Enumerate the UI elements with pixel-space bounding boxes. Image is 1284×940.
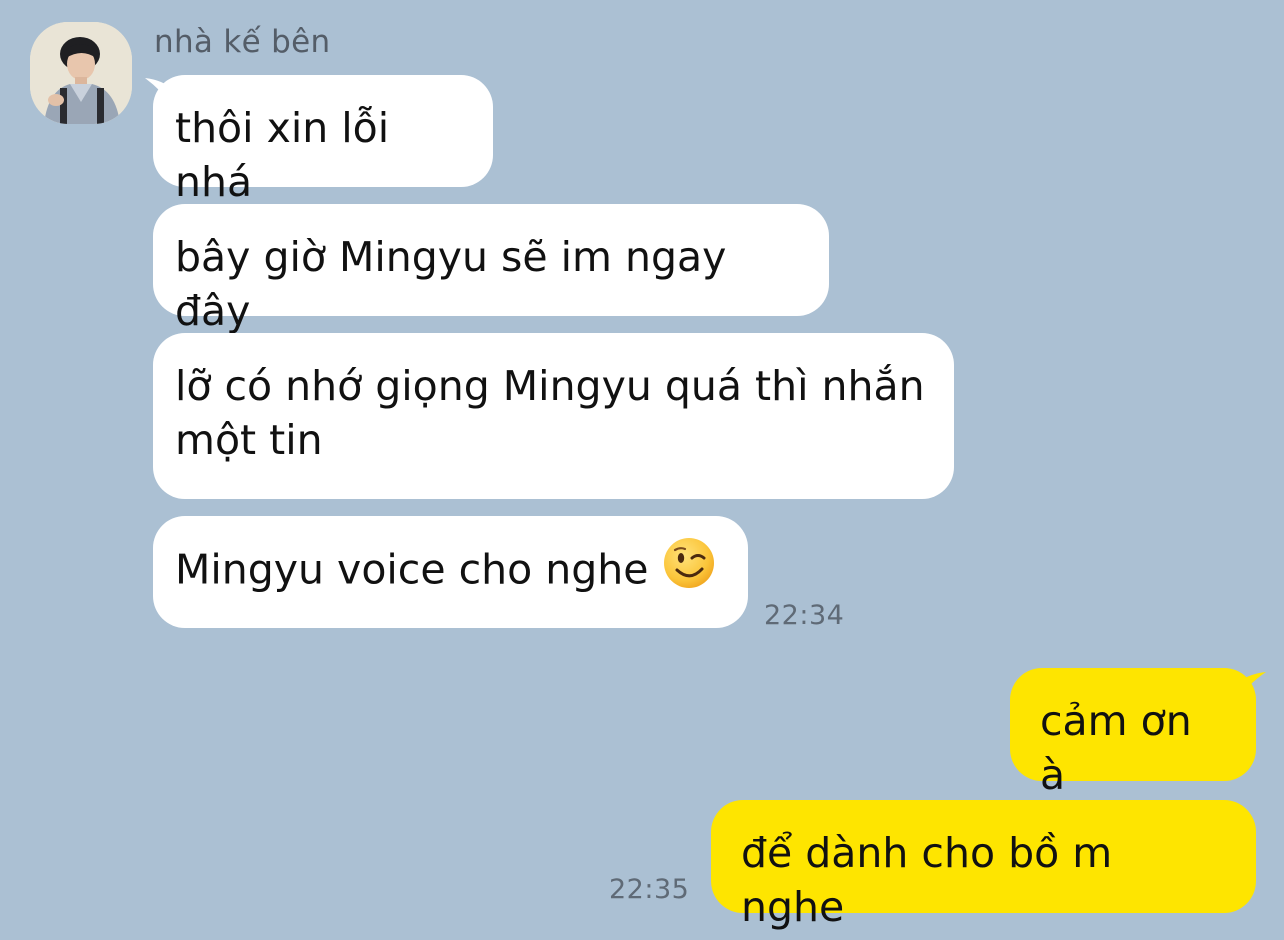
outgoing-message[interactable]: để dành cho bồ m nghe bbox=[711, 800, 1256, 931]
message-text: lỡ có nhớ giọng Mingyu quá thì nhắn một … bbox=[175, 362, 925, 464]
incoming-message[interactable]: lỡ có nhớ giọng Mingyu quá thì nhắn một … bbox=[153, 333, 954, 499]
incoming-message[interactable]: thôi xin lỗi nhá bbox=[153, 75, 493, 206]
message-text: bây giờ Mingyu sẽ im ngay đây bbox=[175, 233, 727, 335]
incoming-timestamp: 22:34 bbox=[764, 600, 845, 631]
winking-face-emoji-icon bbox=[662, 536, 716, 603]
incoming-message[interactable]: Mingyu voice cho nghe bbox=[153, 516, 748, 628]
incoming-message[interactable]: bây giờ Mingyu sẽ im ngay đây bbox=[153, 204, 829, 335]
outgoing-message[interactable]: cảm ơn à bbox=[1010, 668, 1256, 799]
message-text: cảm ơn à bbox=[1040, 697, 1192, 799]
message-text: Mingyu voice cho nghe bbox=[175, 545, 649, 594]
outgoing-timestamp: 22:35 bbox=[609, 874, 690, 905]
profile-photo-icon bbox=[30, 22, 132, 124]
sender-name: nhà kế bên bbox=[154, 24, 331, 60]
sender-avatar[interactable] bbox=[30, 22, 132, 124]
message-text: để dành cho bồ m nghe bbox=[741, 829, 1113, 931]
message-text: thôi xin lỗi nhá bbox=[175, 104, 390, 206]
